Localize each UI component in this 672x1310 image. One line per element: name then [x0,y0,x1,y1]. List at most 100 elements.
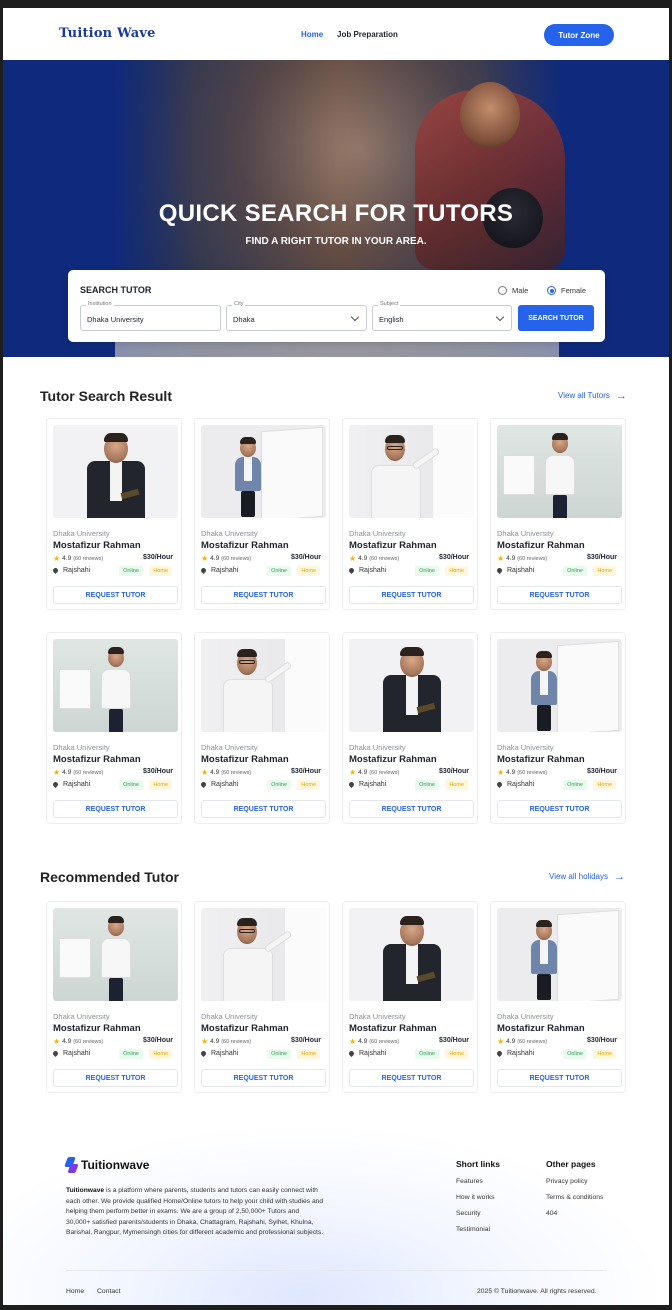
tutor-card[interactable]: Dhaka University Mostafizur Rahman ★ 4.9 (60… [342,418,478,610]
star-icon: ★ [53,1037,61,1046]
footer-link-testimonial[interactable]: Testimonial [456,1226,500,1233]
brand-logo[interactable]: Tuition Wave [59,26,156,41]
tutor-price: $30/Hour [291,1037,321,1044]
view-all-holidays-link[interactable]: View all holidays → [549,871,625,882]
tutor-rating: ★ 4.9 (60 reviews) [53,554,103,563]
subject-select[interactable]: Subject English [372,301,512,331]
request-tutor-button[interactable]: REQUEST TUTOR [349,1069,474,1087]
tutor-location: Rajshahi [347,566,386,575]
tutor-card[interactable]: Dhaka University Mostafizur Rahman ★ 4.9 (60… [46,632,182,824]
tutor-photo[interactable] [497,908,622,1001]
tutor-rating: ★ 4.9 (60 reviews) [53,768,103,777]
location-pin-icon [51,566,60,575]
tutor-card[interactable]: Dhaka University Mostafizur Rahman ★ 4.9 (60… [194,901,330,1093]
tutor-institution: Dhaka University [349,529,406,538]
footer-logo[interactable]: Tuitionwave [66,1157,149,1173]
tutor-name[interactable]: Mostafizur Rahman [497,754,585,765]
request-tutor-button[interactable]: REQUEST TUTOR [497,1069,622,1087]
tutor-card[interactable]: Dhaka University Mostafizur Rahman ★ 4.9 (60… [46,901,182,1093]
star-icon: ★ [497,1037,505,1046]
section-title-search-result: Tutor Search Result [40,388,172,404]
star-icon: ★ [349,768,357,777]
footer-bottom-link-home[interactable]: Home [66,1288,84,1295]
footer-link-security[interactable]: Security [456,1210,500,1217]
tutor-photo[interactable] [53,908,178,1001]
tutor-photo[interactable] [201,908,326,1001]
request-tutor-button[interactable]: REQUEST TUTOR [497,800,622,818]
tutor-name[interactable]: Mostafizur Rahman [349,1023,437,1034]
tutor-photo-image [53,425,178,518]
home-badge: Home [445,566,468,576]
gender-radio-female[interactable]: Female [547,286,586,295]
subject-select-label: Subject [378,301,401,307]
home-badge: Home [593,566,616,576]
tutor-zone-button[interactable]: Tutor Zone [544,24,614,46]
tutor-photo[interactable] [201,425,326,518]
footer-link-terms[interactable]: Terms & conditions [546,1194,603,1201]
search-tutor-button[interactable]: SEARCH TUTOR [518,305,594,331]
city-select[interactable]: City Dhaka [226,301,367,331]
tutor-name[interactable]: Mostafizur Rahman [349,540,437,551]
tutor-name[interactable]: Mostafizur Rahman [53,754,141,765]
institution-field[interactable]: Institution Dhaka University [80,301,221,331]
tutor-card[interactable]: Dhaka University Mostafizur Rahman ★ 4.9 (60… [194,632,330,824]
request-tutor-button[interactable]: REQUEST TUTOR [201,1069,326,1087]
footer-link-privacy-policy[interactable]: Privacy policy [546,1178,603,1185]
request-tutor-button[interactable]: REQUEST TUTOR [53,800,178,818]
online-badge: Online [267,780,291,790]
tutor-photo[interactable] [349,908,474,1001]
radio-male-dot[interactable] [498,286,507,295]
tutor-card[interactable]: Dhaka University Mostafizur Rahman ★ 4.9 (60… [490,418,626,610]
gender-radio-male[interactable]: Male [498,286,528,295]
tutor-name[interactable]: Mostafizur Rahman [53,1023,141,1034]
request-tutor-button[interactable]: REQUEST TUTOR [349,800,474,818]
tutor-photo[interactable] [349,639,474,732]
footer-brand-name: Tuitionwave [81,1158,150,1172]
tutor-location-text: Rajshahi [507,567,535,574]
tutor-name[interactable]: Mostafizur Rahman [53,540,141,551]
nav-link-home[interactable]: Home [301,30,323,39]
tutor-card[interactable]: Dhaka University Mostafizur Rahman ★ 4.9 (60… [490,901,626,1093]
tutor-name[interactable]: Mostafizur Rahman [201,754,289,765]
tutor-card[interactable]: Dhaka University Mostafizur Rahman ★ 4.9 (60… [342,901,478,1093]
request-tutor-button[interactable]: REQUEST TUTOR [349,586,474,604]
nav-link-job-preparation[interactable]: Job Preparation [337,30,398,39]
tutor-card[interactable]: Dhaka University Mostafizur Rahman ★ 4.9 (60… [342,632,478,824]
tutor-photo[interactable] [201,639,326,732]
tutor-photo[interactable] [349,425,474,518]
tutor-card[interactable]: Dhaka University Mostafizur Rahman ★ 4.9 (60… [46,418,182,610]
view-all-tutors-link[interactable]: View all Tutors → [558,390,627,401]
request-tutor-button[interactable]: REQUEST TUTOR [53,1069,178,1087]
footer-link-404[interactable]: 404 [546,1210,603,1217]
request-tutor-button[interactable]: REQUEST TUTOR [53,586,178,604]
chevron-down-icon [495,312,505,322]
radio-female-dot[interactable] [547,286,556,295]
request-tutor-button[interactable]: REQUEST TUTOR [201,586,326,604]
request-tutor-button[interactable]: REQUEST TUTOR [497,586,622,604]
tutor-photo[interactable] [53,639,178,732]
tutor-price: $30/Hour [143,768,173,775]
tutor-name[interactable]: Mostafizur Rahman [201,540,289,551]
tutor-name[interactable]: Mostafizur Rahman [497,540,585,551]
tutor-photo[interactable] [53,425,178,518]
tutor-card[interactable]: Dhaka University Mostafizur Rahman ★ 4.9 (60… [490,632,626,824]
radio-female-label: Female [561,286,587,295]
request-tutor-button[interactable]: REQUEST TUTOR [201,800,326,818]
tutor-card[interactable]: Dhaka University Mostafizur Rahman ★ 4.9 (60… [194,418,330,610]
tutor-name[interactable]: Mostafizur Rahman [349,754,437,765]
footer-bottom-link-contact[interactable]: Contact [97,1288,120,1295]
footer-description: Tuitionwave is a platform where parents,… [66,1186,324,1239]
tutor-location-text: Rajshahi [507,1050,535,1057]
tutor-name[interactable]: Mostafizur Rahman [497,1023,585,1034]
tutor-rating-value: 4.9 [62,769,72,776]
home-badge: Home [297,1049,320,1059]
star-icon: ★ [53,768,61,777]
location-pin-icon [347,780,356,789]
tutor-photo[interactable] [497,425,622,518]
tutor-name[interactable]: Mostafizur Rahman [201,1023,289,1034]
footer-short-links: Short links Features How it works Securi… [456,1159,500,1242]
footer-link-features[interactable]: Features [456,1178,500,1185]
tutor-institution: Dhaka University [497,1012,554,1021]
footer-link-how-it-works[interactable]: How it works [456,1194,500,1201]
tutor-photo[interactable] [497,639,622,732]
